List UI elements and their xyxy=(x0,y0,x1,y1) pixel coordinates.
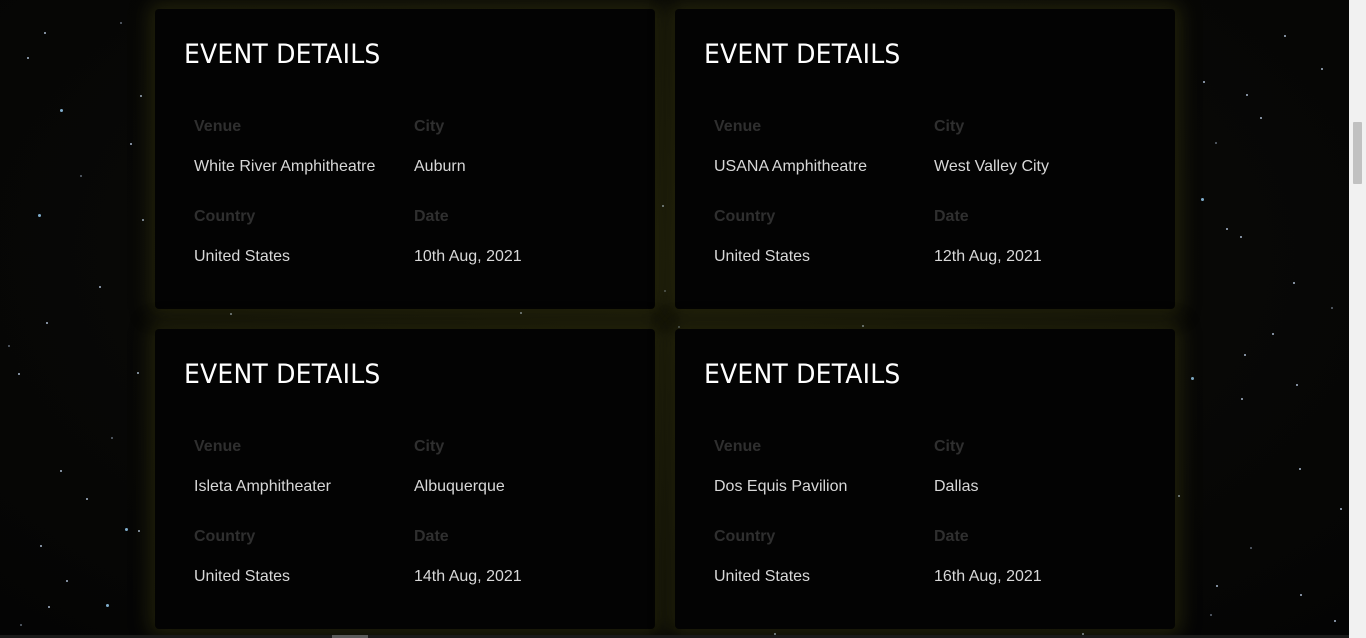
date-value: 10th Aug, 2021 xyxy=(414,248,522,265)
date-label: Date xyxy=(934,208,969,225)
event-card-title: EVENT DETAILS xyxy=(184,359,381,390)
city-label: City xyxy=(414,438,445,455)
country-label: Country xyxy=(194,528,256,545)
venue-label: Venue xyxy=(194,118,242,135)
country-value: United States xyxy=(194,248,291,265)
venue-label: Venue xyxy=(194,438,242,455)
event-card-title: EVENT DETAILS xyxy=(184,39,381,70)
venue-label: Venue xyxy=(714,438,762,455)
venue-value: USANA Amphitheatre xyxy=(714,158,867,175)
date-value: 14th Aug, 2021 xyxy=(414,568,522,585)
venue-value: Dos Equis Pavilion xyxy=(714,478,848,495)
event-card: EVENT DETAILS Venue City Isleta Amphithe… xyxy=(155,329,655,629)
country-value: United States xyxy=(714,248,811,265)
event-card: EVENT DETAILS Venue City White River Amp… xyxy=(155,9,655,309)
country-value: United States xyxy=(194,568,291,585)
country-label: Country xyxy=(194,208,256,225)
city-label: City xyxy=(934,438,965,455)
date-value: 16th Aug, 2021 xyxy=(934,568,1042,585)
city-label: City xyxy=(414,118,445,135)
city-value: West Valley City xyxy=(934,158,1049,175)
event-card: EVENT DETAILS Venue City USANA Amphithea… xyxy=(675,9,1175,309)
country-label: Country xyxy=(714,208,776,225)
date-label: Date xyxy=(414,528,449,545)
vertical-scrollbar[interactable] xyxy=(1349,0,1366,638)
event-card-title: EVENT DETAILS xyxy=(704,39,901,70)
venue-value: White River Amphitheatre xyxy=(194,158,376,175)
date-label: Date xyxy=(934,528,969,545)
city-value: Dallas xyxy=(934,478,979,495)
country-value: United States xyxy=(714,568,811,585)
event-card: EVENT DETAILS Venue City Dos Equis Pavil… xyxy=(675,329,1175,629)
city-value: Albuquerque xyxy=(414,478,505,495)
date-label: Date xyxy=(414,208,449,225)
event-card-title: EVENT DETAILS xyxy=(704,359,901,390)
venue-label: Venue xyxy=(714,118,762,135)
city-value: Auburn xyxy=(414,158,466,175)
country-label: Country xyxy=(714,528,776,545)
page: EVENT DETAILS Venue City White River Amp… xyxy=(0,0,1366,638)
vertical-scrollbar-thumb[interactable] xyxy=(1353,122,1362,184)
city-label: City xyxy=(934,118,965,135)
venue-value: Isleta Amphitheater xyxy=(194,478,331,495)
date-value: 12th Aug, 2021 xyxy=(934,248,1042,265)
